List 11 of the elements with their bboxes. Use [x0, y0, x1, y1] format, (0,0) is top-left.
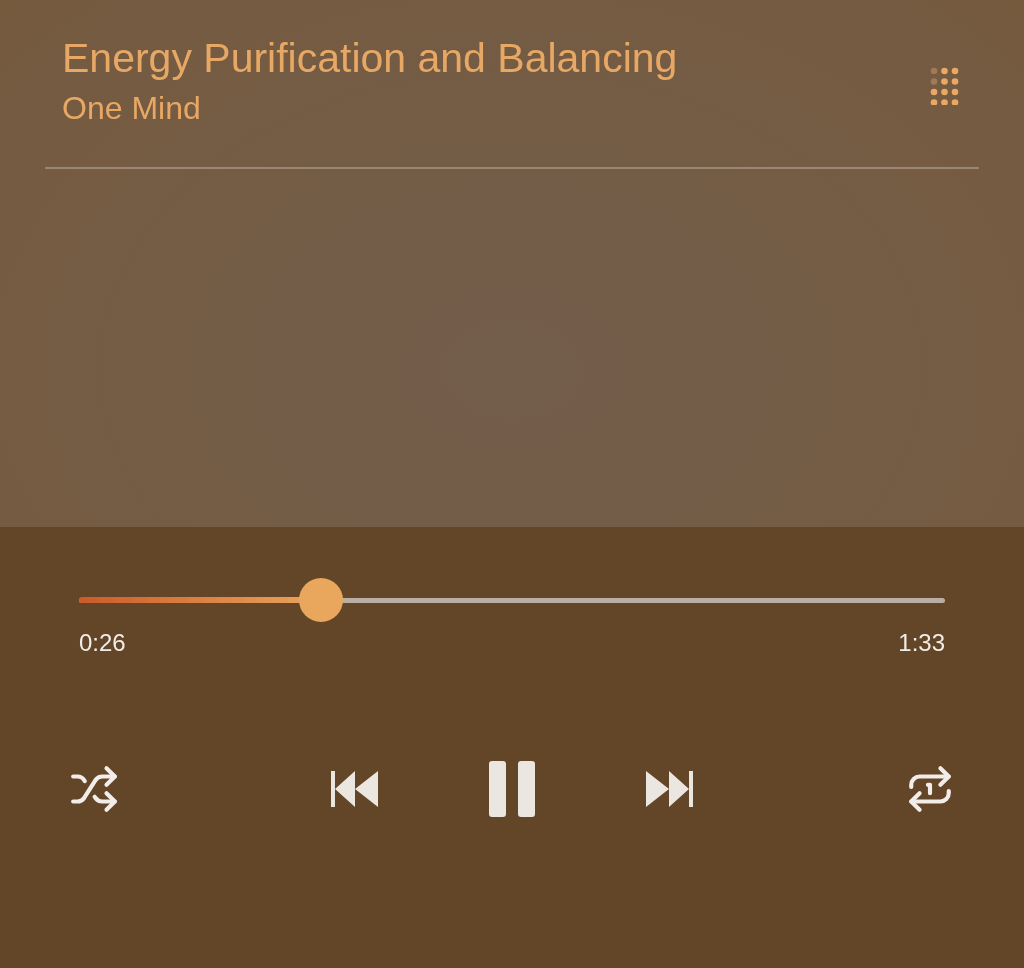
- seek-track[interactable]: [79, 580, 945, 620]
- seek-thumb[interactable]: [299, 578, 344, 622]
- artist-name: One Mind: [62, 89, 202, 128]
- next-button[interactable]: [645, 770, 693, 808]
- pause-button[interactable]: [489, 761, 535, 817]
- grid-icon[interactable]: [930, 67, 959, 105]
- previous-button[interactable]: [331, 770, 379, 808]
- track-title: Energy Purification and Balancing: [62, 34, 678, 83]
- elapsed-time: 0:26: [79, 628, 126, 658]
- total-time: 1:33: [898, 628, 945, 658]
- shuffle-button[interactable]: [69, 764, 119, 814]
